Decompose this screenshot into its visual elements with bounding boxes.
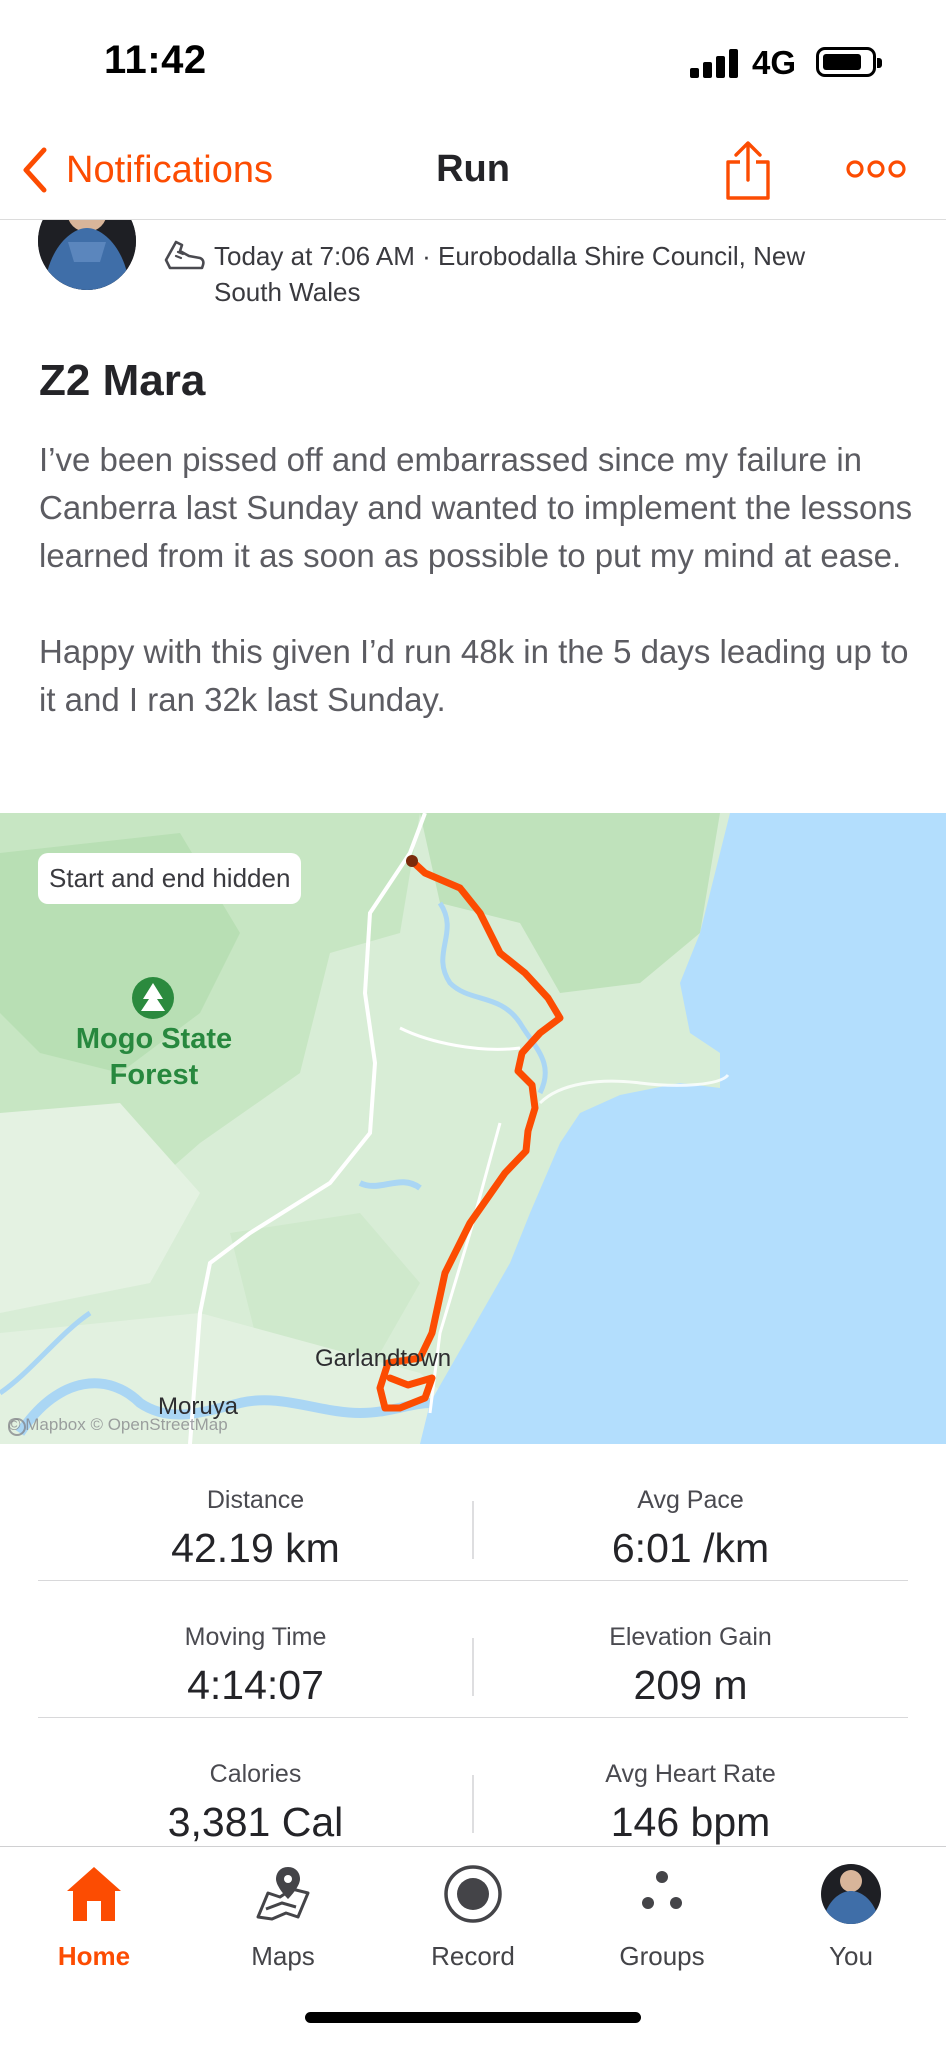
share-icon[interactable] [722,140,774,202]
activity-description: I’ve been pissed off and embarrassed sin… [39,436,919,724]
home-indicator[interactable] [305,2012,641,2023]
stat-value: 6:01 /km [611,1525,770,1571]
page-title: Run [436,148,510,190]
stat-label: Avg Heart Rate [605,1760,776,1788]
route-map[interactable]: Start and end hidden Mogo State Forest G… [0,813,946,1444]
stat-elevation-gain: Elevation Gain 209 m [473,1623,908,1709]
shoe-icon [164,240,205,270]
status-bar: 11:42 4G [0,0,946,120]
status-time: 11:42 [104,38,207,82]
network-label: 4G [752,44,797,81]
stat-value: 42.19 km [171,1525,340,1571]
signal-icon [690,48,738,78]
tab-label: You [829,1941,873,1971]
map-canvas [0,813,946,1444]
stat-value: 146 bpm [610,1799,771,1845]
record-icon [444,1865,502,1923]
groups-icon [642,1871,682,1909]
stat-moving-time: Moving Time 4:14:07 [38,1623,473,1709]
description-paragraph: I’ve been pissed off and embarrassed sin… [39,441,913,574]
maps-icon [256,1867,310,1921]
stat-value: 209 m [633,1662,748,1708]
tab-label: Home [57,1941,131,1971]
stat-label: Distance [206,1486,305,1514]
map-privacy-chip: Start and end hidden [38,853,302,904]
tab-you[interactable]: You [781,1861,921,1981]
activity-meta: Today at 7:06 AM · Eurobodalla Shire Cou… [214,241,806,307]
more-options-icon[interactable] [846,152,906,186]
stat-distance: Distance 42.19 km [38,1486,473,1572]
tab-groups[interactable]: Groups [592,1861,732,1981]
stat-avg-heart-rate: Avg Heart Rate 146 bpm [473,1760,908,1846]
stat-row: Calories 3,381 Cal Avg Heart Rate 146 bp… [38,1718,908,1855]
tab-label: Maps [251,1941,315,1971]
stat-value: 4:14:07 [187,1662,324,1708]
map-attribution[interactable]: © Mapbox © OpenStreetMap [8,1415,228,1435]
tab-home[interactable]: Home [24,1861,164,1981]
stat-row: Distance 42.19 km Avg Pace 6:01 /km [38,1444,908,1581]
stat-label: Avg Pace [637,1486,744,1514]
stat-avg-pace: Avg Pace 6:01 /km [473,1486,908,1572]
home-icon [67,1867,121,1921]
activity-title: Z2 Mara [39,356,206,405]
stat-label: Moving Time [184,1623,327,1651]
nav-bar: Notifications Run [0,120,946,220]
tab-label: Groups [619,1941,705,1971]
tab-label: Record [431,1941,515,1971]
map-label-forest: Mogo State Forest [75,1023,233,1091]
map-label-town: Garlandtown [315,1345,452,1372]
avatar [821,1864,881,1924]
stat-label: Elevation Gain [609,1623,772,1651]
tab-record[interactable]: Record [403,1861,543,1981]
stat-label: Calories [209,1760,302,1788]
battery-icon [816,47,882,77]
stat-calories: Calories 3,381 Cal [38,1760,473,1846]
stats-grid: Distance 42.19 km Avg Pace 6:01 /km Movi… [38,1444,908,1855]
stat-value: 3,381 Cal [167,1799,344,1845]
tab-maps[interactable]: Maps [213,1861,353,1981]
stat-row: Moving Time 4:14:07 Elevation Gain 209 m [38,1581,908,1718]
description-paragraph: Happy with this given I’d run 48k in the… [39,633,909,718]
